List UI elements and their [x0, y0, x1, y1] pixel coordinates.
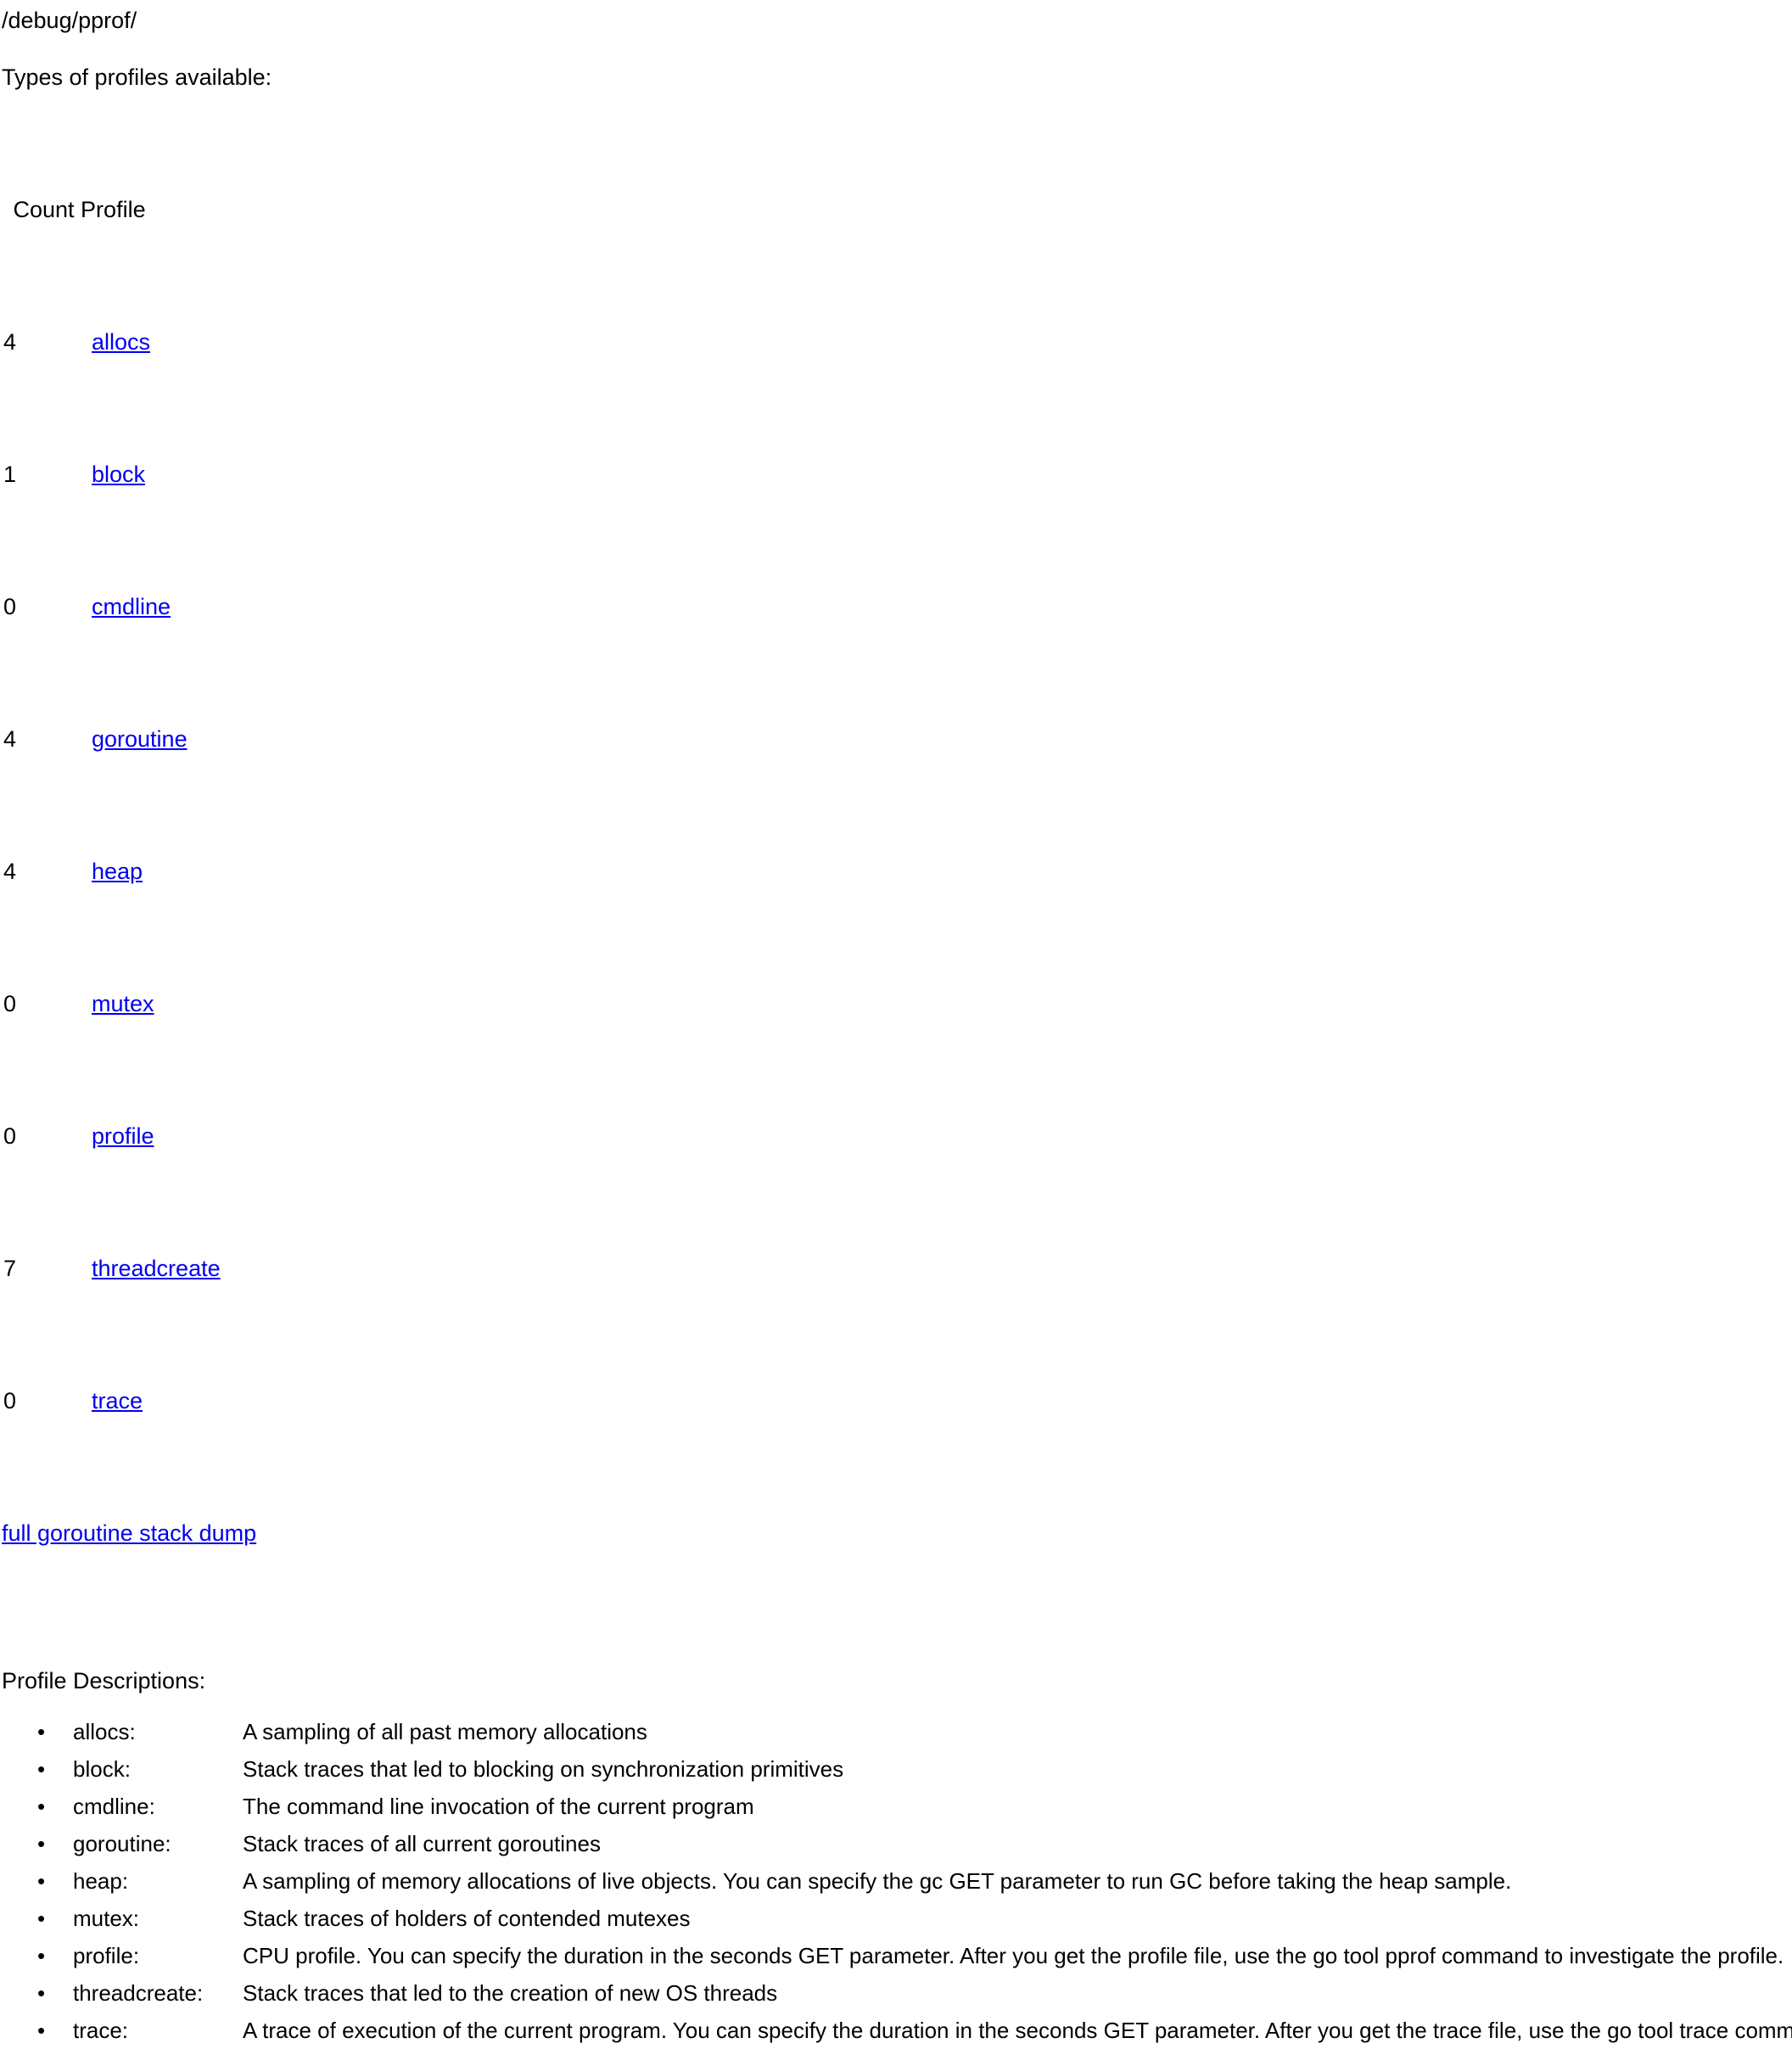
- profile-count: 7: [3, 1256, 17, 1281]
- list-item: • mutex: Stack traces of holders of conten…: [0, 1900, 1792, 1937]
- list-item: • cmdline: The command line invocation of …: [0, 1788, 1792, 1825]
- bullet-icon: •: [37, 2018, 46, 2043]
- description-label: threadcreate:: [73, 1980, 204, 2006]
- profile-link-goroutine[interactable]: goroutine: [92, 726, 188, 752]
- description-label: profile:: [73, 1943, 140, 1968]
- profile-descriptions-list: • allocs: A sampling of all past memory al…: [0, 1713, 1792, 2049]
- list-item: • heap: A sampling of memory allocations o…: [0, 1862, 1792, 1900]
- profile-descriptions-heading: Profile Descriptions:: [2, 1668, 206, 1694]
- profile-count: 0: [3, 991, 17, 1016]
- profile-count: 4: [3, 329, 17, 355]
- description-text: Stack traces that led to the creation of…: [243, 1980, 778, 2006]
- bullet-icon: •: [37, 1756, 46, 1782]
- table-row: 0 mutex: [0, 988, 1792, 1021]
- bullet-icon: •: [37, 1868, 46, 1894]
- description-text: Stack traces of holders of contended mut…: [243, 1906, 691, 1931]
- table-header-row: Count Profile: [0, 193, 1792, 227]
- profile-count: 0: [3, 1388, 17, 1414]
- description-text: CPU profile. You can specify the duratio…: [243, 1943, 1784, 1968]
- description-label: heap:: [73, 1868, 129, 1894]
- list-item: • trace: A trace of execution of the curre…: [0, 2012, 1792, 2049]
- bullet-icon: •: [37, 1719, 46, 1744]
- profile-count: 0: [3, 1123, 17, 1149]
- page-title: /debug/pprof/: [2, 8, 137, 33]
- description-text: A trace of execution of the current prog…: [243, 2018, 1792, 2043]
- profile-count: 1: [3, 462, 17, 487]
- profile-link-heap[interactable]: heap: [92, 859, 143, 884]
- bullet-icon: •: [37, 1794, 46, 1819]
- profile-count: 0: [3, 594, 17, 619]
- table-row: 0 trace: [0, 1385, 1792, 1418]
- table-row: 4 allocs: [0, 326, 1792, 359]
- table-row: 0 cmdline: [0, 591, 1792, 624]
- description-text: A sampling of all past memory allocation…: [243, 1719, 647, 1744]
- list-item: • block: Stack traces that led to blocking…: [0, 1750, 1792, 1788]
- profile-link-cmdline[interactable]: cmdline: [92, 594, 171, 619]
- profile-count: 4: [3, 726, 17, 752]
- table-row: 1 block: [0, 458, 1792, 491]
- description-text: The command line invocation of the curre…: [243, 1794, 754, 1819]
- profile-link-allocs[interactable]: allocs: [92, 329, 150, 355]
- profile-link-trace[interactable]: trace: [92, 1388, 143, 1414]
- bullet-icon: •: [37, 1980, 46, 2006]
- title-spacer: [0, 34, 1792, 61]
- list-item: • threadcreate: Stack traces that led to t…: [0, 1974, 1792, 2012]
- table-row: 7 threadcreate: [0, 1252, 1792, 1285]
- pprof-index-page: /debug/pprof/ Types of profiles availabl…: [0, 0, 1792, 2049]
- bullet-icon: •: [37, 1943, 46, 1968]
- table-header-label: Count Profile: [7, 197, 146, 222]
- profile-link-profile[interactable]: profile: [92, 1123, 154, 1149]
- bullet-icon: •: [37, 1906, 46, 1931]
- description-label: cmdline:: [73, 1794, 155, 1819]
- description-label: allocs:: [73, 1719, 136, 1744]
- profile-count: 4: [3, 859, 17, 884]
- description-text: A sampling of memory allocations of live…: [243, 1868, 1512, 1894]
- list-item: • profile: CPU profile. You can specify th…: [0, 1937, 1792, 1974]
- table-row: 0 profile: [0, 1120, 1792, 1153]
- profile-table: Count Profile 4 allocs 1 block 0 cmdline 4 g…: [0, 94, 1792, 1649]
- profile-link-block[interactable]: block: [92, 462, 145, 487]
- profile-link-threadcreate[interactable]: threadcreate: [92, 1256, 221, 1281]
- types-heading: Types of profiles available:: [2, 64, 272, 90]
- bullet-icon: •: [37, 1831, 46, 1856]
- descriptions-spacer: [0, 1649, 1792, 1665]
- table-row: 4 heap: [0, 855, 1792, 888]
- description-text: Stack traces of all current goroutines: [243, 1831, 601, 1856]
- description-label: goroutine:: [73, 1831, 171, 1856]
- description-label: mutex:: [73, 1906, 140, 1931]
- list-item: • allocs: A sampling of all past memory al…: [0, 1713, 1792, 1750]
- description-label: trace:: [73, 2018, 129, 2043]
- full-goroutine-stack-dump-link[interactable]: full goroutine stack dump: [2, 1520, 256, 1546]
- profile-link-mutex[interactable]: mutex: [92, 991, 154, 1016]
- description-text: Stack traces that led to blocking on syn…: [243, 1756, 844, 1782]
- full-goroutine-dump-row: full goroutine stack dump: [2, 1517, 1792, 1550]
- description-label: block:: [73, 1756, 131, 1782]
- table-row: 4 goroutine: [0, 723, 1792, 756]
- list-item: • goroutine: Stack traces of all current g…: [0, 1825, 1792, 1862]
